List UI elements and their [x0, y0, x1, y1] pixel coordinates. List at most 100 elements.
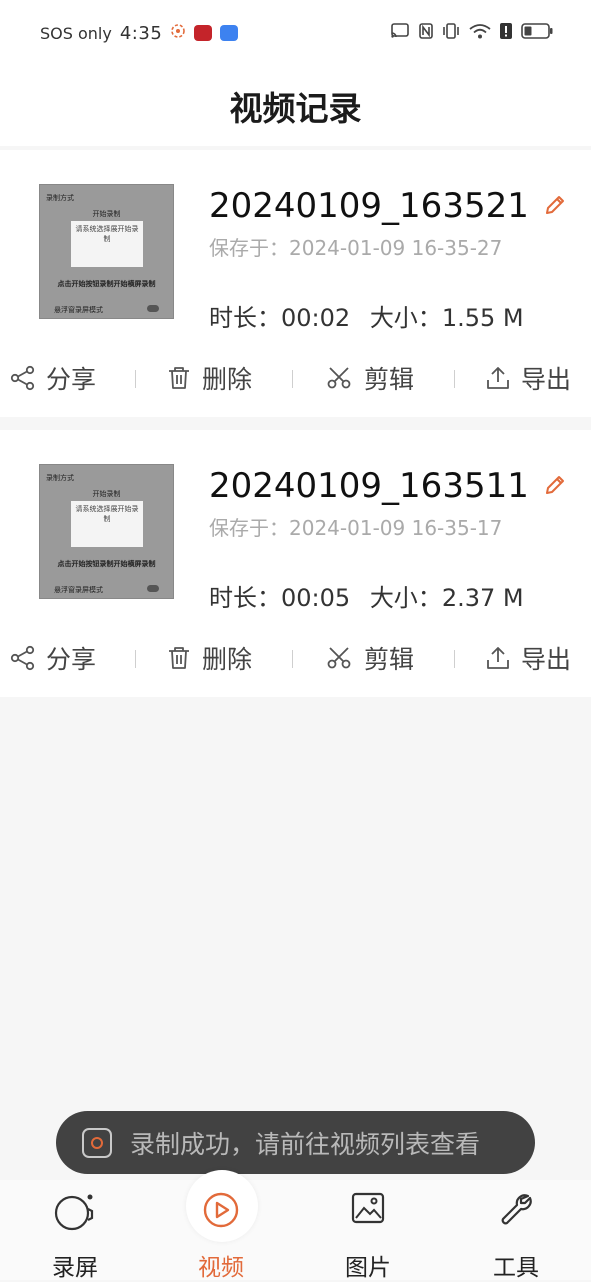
thumbnail-line-text: 点击开始按钮录制开始横屏录制: [57, 280, 156, 288]
duration-label: 时长：: [209, 304, 281, 332]
share-button[interactable]: 分享: [10, 356, 96, 400]
upload-icon: [487, 367, 509, 389]
thumbnail-foot-text: 悬浮窗录屏模式: [54, 306, 103, 314]
size-value: 1.55 M: [441, 304, 524, 332]
thumbnail-head-text: 录制方式: [46, 474, 74, 482]
action-bar: 分享 删除 剪辑 导出: [0, 356, 591, 400]
status-bar: SOS only 4:35: [0, 0, 591, 66]
app-logo-icon: [82, 1127, 112, 1158]
duration-label: 时长：: [209, 584, 281, 612]
page-header: 视频记录: [0, 66, 591, 146]
rename-pencil-icon[interactable]: [543, 466, 567, 506]
size-info: 大小：1.55 M: [370, 304, 524, 332]
duration-info: 时长：00:02: [209, 304, 350, 332]
nav-record[interactable]: 录屏: [25, 1180, 125, 1281]
edit-clip-button[interactable]: 剪辑: [326, 636, 414, 680]
status-left: SOS only 4:35: [40, 22, 239, 44]
news-app-icon: [194, 25, 213, 41]
video-card[interactable]: 录制方式 开始录制 请系统选择展开始录制 点击开始按钮录制开始横屏录制 悬浮窗录…: [0, 430, 591, 697]
video-title-row: 20240109_163511: [209, 466, 567, 506]
screen-record-indicator-icon: [170, 23, 186, 43]
video-thumbnail[interactable]: 录制方式 开始录制 请系统选择展开始录制 点击开始按钮录制开始横屏录制 悬浮窗录…: [39, 464, 174, 599]
mail-app-icon: [220, 25, 239, 41]
divider: [292, 650, 293, 668]
page-title: 视频记录: [229, 89, 362, 128]
delete-label: 删除: [202, 365, 253, 394]
thumbnail-toggle: [147, 585, 159, 592]
video-name: 20240109_163521: [209, 186, 529, 226]
share-button[interactable]: 分享: [10, 636, 96, 680]
export-button[interactable]: 导出: [485, 636, 571, 680]
nav-tools[interactable]: 工具: [466, 1180, 566, 1281]
delete-button[interactable]: 删除: [166, 356, 252, 400]
thumbnail-sub-text: 开始录制: [92, 210, 121, 218]
trash-icon: [169, 367, 189, 389]
nav-video-label: 视频: [198, 1255, 244, 1281]
edit-label: 剪辑: [364, 645, 415, 674]
export-button[interactable]: 导出: [485, 356, 571, 400]
thumbnail-dialog: 请系统选择展开始录制: [71, 501, 143, 547]
thumbnail-dialog: 请系统选择展开始录制: [71, 221, 143, 267]
success-toast: 录制成功，请前往视频列表查看: [56, 1111, 535, 1174]
saved-label: 保存于：: [209, 516, 289, 540]
duration-value: 00:02: [281, 304, 351, 332]
divider: [454, 650, 455, 668]
duration-info: 时长：00:05: [209, 584, 350, 612]
nav-record-label: 录屏: [52, 1255, 98, 1281]
cast-icon: [390, 23, 410, 43]
divider: [135, 650, 136, 668]
vibrate-icon: [442, 23, 460, 43]
upload-icon: [487, 647, 509, 669]
divider: [292, 370, 293, 388]
thumbnail-foot-text: 悬浮窗录屏模式: [54, 586, 103, 594]
share-icon: [10, 645, 35, 671]
divider: [135, 370, 136, 388]
alert-icon: [500, 23, 512, 43]
share-label: 分享: [46, 365, 97, 394]
video-name: 20240109_163511: [209, 466, 529, 506]
size-info: 大小：2.37 M: [370, 584, 524, 612]
thumbnail-dialog-text: 请系统选择展开始录制: [75, 225, 139, 243]
status-right: [390, 23, 553, 43]
thumbnail-head-text: 录制方式: [46, 194, 74, 202]
thumbnail-line-text: 点击开始按钮录制开始横屏录制: [57, 560, 156, 568]
saved-info: 保存于：2024-01-09 16-35-17: [209, 512, 502, 541]
scissors-icon: [327, 367, 351, 389]
size-value: 2.37 M: [441, 584, 524, 612]
video-meta: 时长：00:05 大小：2.37 M: [209, 578, 536, 613]
battery-icon: [521, 23, 553, 43]
video-card[interactable]: 录制方式 开始录制 请系统选择展开始录制 点击开始按钮录制开始横屏录制 悬浮窗录…: [0, 150, 591, 417]
export-label: 导出: [521, 645, 572, 674]
nav-image[interactable]: 图片: [318, 1180, 418, 1281]
wrench-icon: [498, 1190, 534, 1230]
edit-clip-button[interactable]: 剪辑: [326, 356, 414, 400]
size-label: 大小：: [369, 304, 442, 332]
carrier-text: SOS only: [40, 23, 112, 43]
video-title-row: 20240109_163521: [209, 186, 567, 226]
toast-text: 录制成功，请前往视频列表查看: [130, 1129, 481, 1159]
play-video-icon: [201, 1190, 241, 1234]
video-meta: 时长：00:02 大小：1.55 M: [209, 298, 536, 333]
thumbnail-sub-text: 开始录制: [92, 490, 121, 498]
nav-video[interactable]: 视频: [171, 1180, 271, 1281]
rename-pencil-icon[interactable]: [543, 186, 567, 226]
clock-time: 4:35: [119, 22, 163, 44]
share-label: 分享: [46, 645, 97, 674]
saved-info: 保存于：2024-01-09 16-35-27: [209, 232, 502, 261]
nfc-icon: [419, 23, 433, 43]
scissors-icon: [327, 647, 351, 669]
delete-label: 删除: [202, 645, 253, 674]
record-camera-icon: [52, 1190, 98, 1236]
delete-button[interactable]: 删除: [166, 636, 252, 680]
edit-label: 剪辑: [364, 365, 415, 394]
duration-value: 00:05: [281, 584, 351, 612]
nav-image-label: 图片: [345, 1255, 391, 1281]
saved-time: 2024-01-09 16-35-17: [289, 516, 503, 540]
export-label: 导出: [521, 365, 572, 394]
thumbnail-dialog-text: 请系统选择展开始录制: [75, 505, 139, 523]
action-bar: 分享 删除 剪辑 导出: [0, 636, 591, 680]
saved-time: 2024-01-09 16-35-27: [289, 236, 503, 260]
video-thumbnail[interactable]: 录制方式 开始录制 请系统选择展开始录制 点击开始按钮录制开始横屏录制 悬浮窗录…: [39, 184, 174, 319]
saved-label: 保存于：: [209, 236, 289, 260]
share-icon: [10, 365, 35, 391]
